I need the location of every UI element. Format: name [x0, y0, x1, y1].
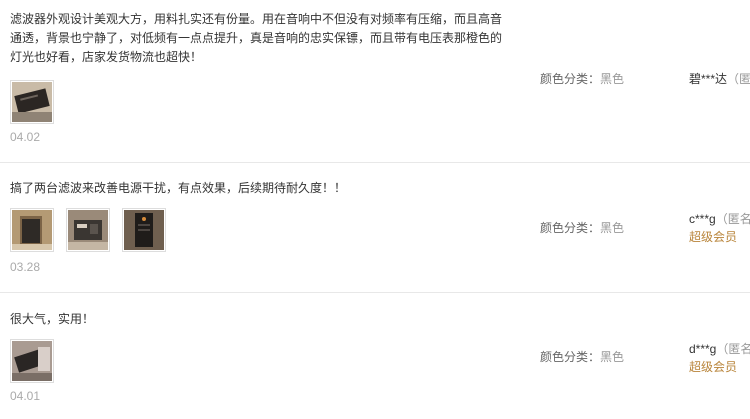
- reviewer-name: c***g: [689, 212, 716, 226]
- sku-label: 颜色分类：: [540, 221, 601, 235]
- anonymous-tag: （匿名）: [716, 342, 750, 356]
- review-photo-thumbnail[interactable]: [10, 339, 54, 383]
- sku-info: 颜色分类：黑色: [540, 348, 624, 365]
- anonymous-tag: （匿名）: [727, 72, 750, 86]
- sku-label: 颜色分类：: [540, 350, 601, 364]
- photo-image: [12, 82, 52, 122]
- photo-image: [12, 341, 52, 381]
- sku-label: 颜色分类：: [540, 72, 601, 86]
- review-photo-thumbnail[interactable]: [10, 80, 54, 124]
- review-item: 很大气，实用！ 04.01 颜色分类：黑色 d***g（匿名） 超级会员: [0, 293, 750, 419]
- review-date: 04.02: [10, 130, 41, 144]
- reviewer-name: 碧***达: [689, 72, 728, 86]
- reviewer: c***g（匿名） 超级会员: [689, 210, 750, 246]
- vip-badge: 超级会员: [689, 230, 738, 244]
- sku-value: 黑色: [600, 350, 625, 364]
- review-photo-thumbnail[interactable]: [122, 208, 166, 252]
- photo-image: [124, 210, 164, 250]
- review-content: 搞了两台滤波来改善电源干扰，有点效果，后续期待耐久度！！: [10, 181, 347, 195]
- photo-image: [12, 210, 52, 250]
- sku-info: 颜色分类：黑色: [540, 219, 624, 236]
- review-item: 滤波器外观设计美观大方，用料扎实还有份量。用在音响中不但没有对频率有压缩，而且高…: [0, 0, 750, 163]
- review-photos: [10, 80, 54, 124]
- vip-badge: 超级会员: [689, 360, 738, 374]
- sku-value: 黑色: [600, 72, 625, 86]
- review-item: 搞了两台滤波来改善电源干扰，有点效果，后续期待耐久度！！ 03.28 颜色分类：…: [0, 163, 750, 293]
- reviewer-name: d***g: [689, 342, 717, 356]
- review-date: 04.01: [10, 389, 41, 403]
- review-photos: [10, 339, 54, 383]
- review-date: 03.28: [10, 260, 41, 274]
- anonymous-tag: （匿名）: [715, 212, 750, 226]
- photo-image: [68, 210, 108, 250]
- reviewer: 碧***达（匿名）: [689, 70, 750, 88]
- review-photo-thumbnail[interactable]: [66, 208, 110, 252]
- review-photo-thumbnail[interactable]: [10, 208, 54, 252]
- review-content: 滤波器外观设计美观大方，用料扎实还有份量。用在音响中不但没有对频率有压缩，而且高…: [10, 12, 503, 64]
- sku-info: 颜色分类：黑色: [540, 70, 624, 87]
- review-content: 很大气，实用！: [10, 312, 95, 326]
- reviewer: d***g（匿名） 超级会员: [689, 340, 750, 376]
- sku-value: 黑色: [600, 221, 625, 235]
- review-photos: [10, 208, 166, 252]
